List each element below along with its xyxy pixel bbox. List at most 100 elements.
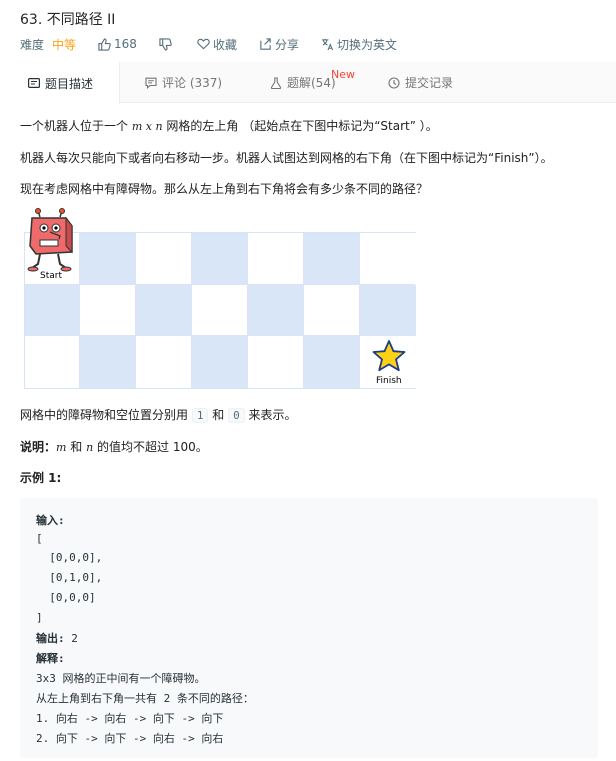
output-value: 2 bbox=[64, 632, 78, 645]
problem-title: 63. 不同路径 II bbox=[20, 12, 116, 28]
document-icon bbox=[28, 78, 40, 88]
translate-label: 切换为英文 bbox=[336, 37, 397, 52]
grid-cell bbox=[192, 285, 248, 337]
var-m: m bbox=[56, 441, 67, 454]
example-line: [ bbox=[36, 532, 43, 545]
thumbs-down-icon bbox=[159, 37, 172, 51]
example-explain-line: 1. 向右 -> 向右 -> 向下 -> 向下 bbox=[36, 712, 224, 725]
share-icon bbox=[260, 37, 271, 50]
example-heading: 示例 1: bbox=[20, 469, 61, 486]
star-icon bbox=[372, 340, 406, 372]
description-paragraph-3: 现在考虑网格中有障碍物。那么从左上角到右下角将会有多少条不同的路径？ bbox=[20, 182, 429, 196]
note-label: 说明： bbox=[20, 440, 57, 454]
example-line: [0,0,0], bbox=[36, 551, 103, 564]
grid-cell bbox=[248, 233, 304, 285]
example-explain-line: 2. 向下 -> 向下 -> 向右 -> 向右 bbox=[36, 732, 224, 745]
grid-line bbox=[303, 233, 304, 388]
grid-cell bbox=[248, 285, 304, 337]
share-label: 分享 bbox=[274, 37, 299, 52]
grid-cell bbox=[136, 233, 192, 285]
text: 的值均不超过 100。 bbox=[93, 440, 208, 454]
tab-description-label: 题目描述 bbox=[45, 76, 94, 91]
grid-cell bbox=[136, 285, 192, 337]
input-label: 输入: bbox=[36, 514, 65, 527]
grid-line bbox=[135, 233, 136, 388]
example-explain-line: 从左上角到右下角一共有 2 条不同的路径： bbox=[36, 692, 254, 705]
text: 网格的左上角 （起始点在下图中标记为“Start” ）。 bbox=[162, 119, 438, 133]
difficulty-badge: 中等 bbox=[52, 37, 77, 52]
description-paragraph-2: 机器人每次只能向下或者向右移动一步。机器人试图达到网格的右下角（在下图中标记为“… bbox=[20, 151, 553, 165]
clock-icon bbox=[388, 76, 400, 89]
tab-solutions[interactable]: 题解(54) bbox=[270, 62, 336, 103]
start-label: Start bbox=[40, 271, 62, 281]
text: 来表示。 bbox=[244, 408, 297, 422]
text: 网格中的障碍物和空位置分别用 bbox=[20, 408, 192, 422]
text: 一个机器人位于一个 bbox=[20, 119, 132, 133]
grid bbox=[24, 232, 416, 389]
grid-cell bbox=[192, 336, 248, 388]
grid-cell bbox=[304, 285, 360, 337]
grid-cell bbox=[304, 233, 360, 285]
example-line: [0,0,0] bbox=[36, 591, 96, 604]
favorite-label: 收藏 bbox=[212, 37, 237, 52]
grid-cell bbox=[248, 336, 304, 388]
grid-line bbox=[79, 233, 80, 388]
description-paragraph-1: 一个机器人位于一个 m x n 网格的左上角 （起始点在下图中标记为“Start… bbox=[20, 117, 438, 134]
dislike-button[interactable] bbox=[159, 37, 175, 51]
example-input-label: 输入: bbox=[36, 512, 65, 528]
translate-icon bbox=[321, 38, 334, 50]
grid-cell bbox=[136, 336, 192, 388]
difficulty-label: 难度 bbox=[20, 37, 45, 52]
grid-cell bbox=[25, 336, 81, 388]
thumbs-up-icon bbox=[98, 37, 111, 51]
tab-comments-label: 评论 (337) bbox=[162, 76, 223, 90]
example-explain-line: 3x3 网格的正中间有一个障碍物。 bbox=[36, 672, 206, 685]
var-n: n bbox=[155, 120, 163, 133]
text: 和 bbox=[208, 408, 229, 422]
tab-submissions[interactable]: 提交记录 bbox=[388, 62, 453, 103]
inline-code: 0 bbox=[228, 408, 245, 423]
grid-line bbox=[359, 233, 360, 388]
text: 和 bbox=[66, 440, 87, 454]
grid-line bbox=[191, 233, 192, 388]
problem-meta-bar: 难度 中等 168 收藏 分享 切换为英文 bbox=[20, 36, 419, 52]
like-button[interactable]: 168 bbox=[98, 37, 137, 51]
grid-line bbox=[247, 233, 248, 388]
grid-cell bbox=[80, 336, 136, 388]
example-line: ] bbox=[36, 611, 43, 624]
grid-cell bbox=[25, 285, 81, 337]
grid-line bbox=[25, 284, 415, 285]
translate-button[interactable]: 切换为英文 bbox=[321, 36, 397, 53]
finish-label: Finish bbox=[376, 376, 402, 386]
grid-cell bbox=[360, 285, 416, 337]
heart-icon bbox=[197, 38, 210, 50]
note-paragraph: 说明：m 和 n 的值均不超过 100。 bbox=[20, 438, 208, 455]
var-m: m bbox=[131, 120, 143, 133]
grid-cell bbox=[304, 336, 360, 388]
tab-comments[interactable]: 评论 (337) bbox=[145, 62, 222, 103]
inline-code: 1 bbox=[191, 408, 209, 423]
grid-cell bbox=[80, 285, 136, 337]
grid-cell bbox=[80, 233, 136, 285]
grid-line bbox=[25, 335, 415, 336]
output-label: 输出: bbox=[36, 632, 65, 645]
flask-icon bbox=[270, 76, 282, 89]
var-x: x bbox=[142, 120, 156, 133]
like-count: 168 bbox=[114, 37, 137, 51]
grid-cell bbox=[360, 233, 416, 285]
favorite-button[interactable]: 收藏 bbox=[197, 36, 237, 53]
robot-icon bbox=[27, 208, 73, 272]
tab-description[interactable]: 题目描述 bbox=[0, 62, 120, 104]
new-badge: New bbox=[331, 68, 355, 81]
comment-icon bbox=[145, 77, 157, 89]
tab-solutions-label: 题解(54) bbox=[287, 76, 336, 90]
share-button[interactable]: 分享 bbox=[259, 36, 299, 53]
explain-label: 解释: bbox=[36, 652, 65, 665]
tab-submissions-label: 提交记录 bbox=[405, 76, 454, 90]
example-output: 输出: 2 bbox=[36, 630, 78, 646]
example-heading-text: 示例 1: bbox=[20, 471, 62, 485]
description-paragraph-4: 网格中的障碍物和空位置分别用 1 和 0 来表示。 bbox=[20, 406, 297, 423]
example-explain-label: 解释: bbox=[36, 650, 65, 666]
grid-cell bbox=[192, 233, 248, 285]
problem-tabs: 题目描述 评论 (337) 题解(54) 提交记录 bbox=[0, 62, 616, 104]
